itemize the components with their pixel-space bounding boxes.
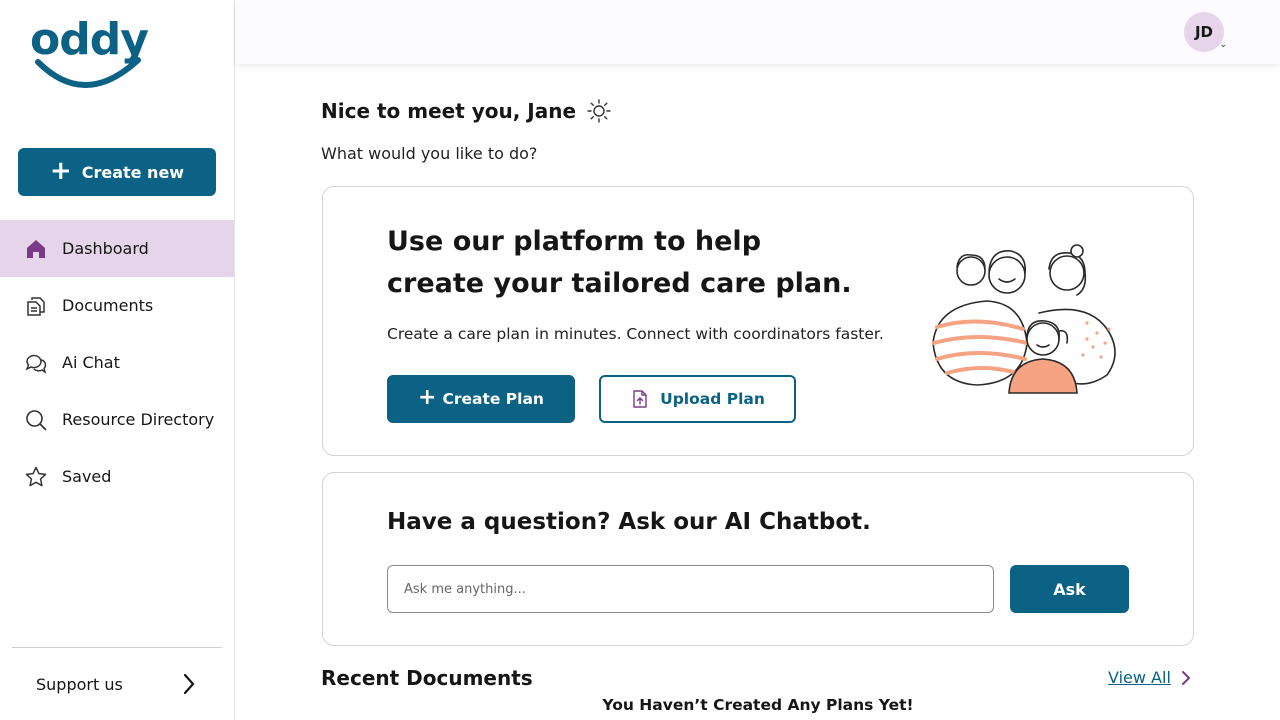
oddy-logo[interactable]: oddy [30, 14, 150, 94]
plus-icon: + [49, 156, 72, 186]
top-bar: JD ⌄ [235, 0, 1280, 64]
sidebar-item-label: Dashboard [62, 239, 149, 258]
sidebar-item-dashboard[interactable]: Dashboard [0, 220, 234, 277]
sidebar-item-label: Saved [62, 467, 112, 486]
user-avatar[interactable]: JD ⌄ [1184, 12, 1227, 52]
greeting-text: Nice to meet you, Jane [321, 99, 577, 123]
sidebar-divider [12, 647, 222, 648]
create-plan-button[interactable]: + Create Plan [387, 375, 575, 423]
search-icon [26, 409, 47, 430]
view-all-label: View All [1108, 668, 1171, 687]
create-new-label: Create new [81, 162, 185, 182]
sidebar-item-label: Ai Chat [62, 353, 120, 372]
ai-chatbot-card: Have a question? Ask our AI Chatbot. Ask [322, 472, 1194, 646]
family-illustration [932, 244, 1116, 394]
sidebar-item-resource-directory[interactable]: Resource Directory [0, 391, 234, 448]
chevron-right-icon [1181, 670, 1191, 685]
page-subtitle: What would you like to do? [321, 144, 538, 163]
chat-icon [25, 354, 47, 374]
create-new-button[interactable]: + Create new [18, 148, 216, 196]
star-icon [25, 466, 47, 486]
ask-button[interactable]: Ask [1010, 565, 1129, 613]
upload-plan-button[interactable]: Upload Plan [599, 375, 796, 423]
hero-subtitle: Create a care plan in minutes. Connect w… [387, 325, 884, 343]
sidebar-item-ai-chat[interactable]: Ai Chat [0, 334, 234, 391]
home-icon [27, 239, 45, 258]
hero-title-line1: Use our platform to help [387, 226, 762, 257]
sun-icon [587, 99, 611, 123]
upload-plan-label: Upload Plan [660, 390, 765, 408]
empty-plans-message: You Haven’t Created Any Plans Yet! [602, 696, 914, 714]
avatar-initials: JD [1194, 23, 1214, 41]
hero-title: Use our platform to help create your tai… [387, 221, 907, 305]
ask-input[interactable] [387, 565, 994, 613]
sidebar-item-saved[interactable]: Saved [0, 448, 234, 505]
recent-documents-title: Recent Documents [321, 666, 533, 690]
sidebar-item-documents[interactable]: Documents [0, 277, 234, 334]
view-all-link[interactable]: View All [1108, 668, 1191, 687]
logo-smile-icon [35, 57, 141, 88]
support-us-label: Support us [36, 674, 123, 694]
chevron-right-icon [183, 673, 195, 695]
plus-icon: + [418, 385, 437, 410]
documents-icon [27, 296, 45, 316]
upload-file-icon [633, 390, 647, 408]
hero-title-line2: create your tailored care plan. [387, 268, 852, 299]
sidebar-item-label: Documents [62, 296, 154, 315]
care-plan-card: Use our platform to help create your tai… [322, 186, 1194, 456]
create-plan-label: Create Plan [442, 390, 544, 408]
greeting: Nice to meet you, Jane [321, 98, 612, 124]
chatbot-title: Have a question? Ask our AI Chatbot. [387, 509, 871, 535]
sidebar-nav: Dashboard Documents Ai Chat Resource Dir… [0, 220, 234, 505]
chevron-down-icon: ⌄ [1219, 40, 1227, 50]
support-us-link[interactable]: Support us [36, 668, 196, 700]
sidebar-item-label: Resource Directory [62, 410, 215, 429]
sidebar: oddy + Create new Dashboard Documents Ai… [0, 0, 235, 720]
